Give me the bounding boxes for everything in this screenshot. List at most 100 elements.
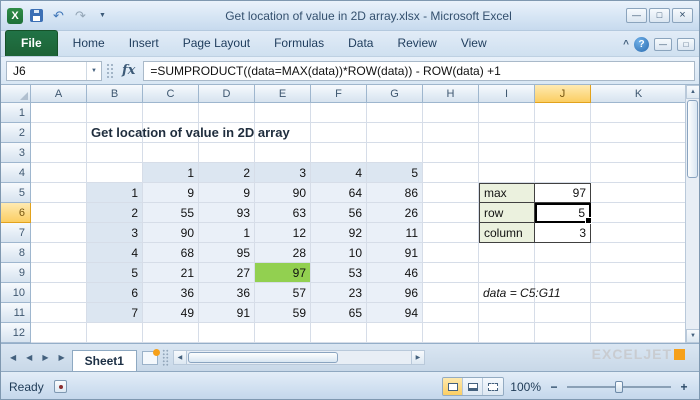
cell-A10[interactable] xyxy=(31,283,87,303)
insert-worksheet-icon[interactable] xyxy=(141,348,160,365)
name-box[interactable]: J6 ▼ xyxy=(6,60,102,81)
cell-A11[interactable] xyxy=(31,303,87,323)
row-header-1[interactable]: 1 xyxy=(1,103,31,123)
cell-C11[interactable]: 49 xyxy=(143,303,199,323)
tab-file[interactable]: File xyxy=(5,30,58,56)
cell-E3[interactable] xyxy=(255,143,311,163)
row-header-12[interactable]: 12 xyxy=(1,323,31,343)
horizontal-scrollbar[interactable]: ◀ ▶ xyxy=(172,350,425,365)
cell-K8[interactable] xyxy=(591,243,687,263)
cell-G6[interactable]: 26 xyxy=(367,203,423,223)
select-all-corner[interactable] xyxy=(1,85,31,103)
prev-sheet-icon[interactable]: ◀ xyxy=(21,350,37,365)
cell-E7[interactable]: 12 xyxy=(255,223,311,243)
cell-J9[interactable] xyxy=(535,263,591,283)
row-header-5[interactable]: 5 xyxy=(1,183,31,203)
cell-B1[interactable] xyxy=(87,103,143,123)
scroll-up-icon[interactable]: ▲ xyxy=(686,85,699,99)
tab-formulas[interactable]: Formulas xyxy=(262,31,336,56)
page-layout-view-button[interactable] xyxy=(463,378,484,395)
tab-page-layout[interactable]: Page Layout xyxy=(171,31,262,56)
cell-B12[interactable] xyxy=(87,323,143,343)
cell-B7[interactable]: 3 xyxy=(87,223,143,243)
cell-A9[interactable] xyxy=(31,263,87,283)
column-header-D[interactable]: D xyxy=(199,85,255,103)
cell-I8[interactable] xyxy=(479,243,535,263)
cell-H7[interactable] xyxy=(423,223,479,243)
cell-B4[interactable] xyxy=(87,163,143,183)
cell-I10[interactable]: data = C5:G11 xyxy=(479,283,561,303)
row-header-2[interactable]: 2 xyxy=(1,123,31,143)
cell-I4[interactable] xyxy=(479,163,535,183)
tab-review[interactable]: Review xyxy=(385,31,448,56)
zoom-slider-thumb[interactable] xyxy=(615,380,623,393)
scroll-down-icon[interactable]: ▼ xyxy=(686,329,699,343)
cell-G5[interactable]: 86 xyxy=(367,183,423,203)
column-header-B[interactable]: B xyxy=(87,85,143,103)
cell-D9[interactable]: 27 xyxy=(199,263,255,283)
cell-A3[interactable] xyxy=(31,143,87,163)
horizontal-scroll-thumb[interactable] xyxy=(187,352,338,363)
cell-G8[interactable]: 91 xyxy=(367,243,423,263)
insert-function-icon[interactable]: fx xyxy=(122,63,135,78)
restore-workbook-icon[interactable]: □ xyxy=(677,38,695,51)
cell-I1[interactable] xyxy=(479,103,535,123)
cell-D11[interactable]: 91 xyxy=(199,303,255,323)
first-sheet-icon[interactable]: ◀ xyxy=(5,350,21,365)
cell-B10[interactable]: 6 xyxy=(87,283,143,303)
cell-F1[interactable] xyxy=(311,103,367,123)
cell-D10[interactable]: 36 xyxy=(199,283,255,303)
cell-A7[interactable] xyxy=(31,223,87,243)
cell-F6[interactable]: 56 xyxy=(311,203,367,223)
page-break-view-button[interactable] xyxy=(483,378,504,395)
zoom-out-icon[interactable]: − xyxy=(547,380,561,394)
minimize-ribbon-icon[interactable]: ^ xyxy=(623,39,629,50)
excel-app-icon[interactable]: X xyxy=(7,7,23,24)
row-header-6[interactable]: 6 xyxy=(1,203,31,223)
cell-H11[interactable] xyxy=(423,303,479,323)
cell-C4[interactable]: 1 xyxy=(143,163,199,183)
row-header-4[interactable]: 4 xyxy=(1,163,31,183)
row-header-7[interactable]: 7 xyxy=(1,223,31,243)
cell-B3[interactable] xyxy=(87,143,143,163)
cell-B8[interactable]: 4 xyxy=(87,243,143,263)
cell-J1[interactable] xyxy=(535,103,591,123)
tab-view[interactable]: View xyxy=(449,31,499,56)
cell-H3[interactable] xyxy=(423,143,479,163)
cell-D5[interactable]: 9 xyxy=(199,183,255,203)
cell-D6[interactable]: 93 xyxy=(199,203,255,223)
cell-B11[interactable]: 7 xyxy=(87,303,143,323)
cell-D4[interactable]: 2 xyxy=(199,163,255,183)
column-header-H[interactable]: H xyxy=(423,85,479,103)
zoom-in-icon[interactable]: + xyxy=(677,380,691,394)
cell-I2[interactable] xyxy=(479,123,535,143)
cell-G11[interactable]: 94 xyxy=(367,303,423,323)
cell-F12[interactable] xyxy=(311,323,367,343)
column-header-K[interactable]: K xyxy=(591,85,687,103)
cell-E5[interactable]: 90 xyxy=(255,183,311,203)
help-icon[interactable]: ? xyxy=(634,37,649,52)
normal-view-button[interactable] xyxy=(443,378,464,395)
cell-E1[interactable] xyxy=(255,103,311,123)
column-header-E[interactable]: E xyxy=(255,85,311,103)
next-sheet-icon[interactable]: ▶ xyxy=(37,350,53,365)
column-header-G[interactable]: G xyxy=(367,85,423,103)
cell-F8[interactable]: 10 xyxy=(311,243,367,263)
close-window-icon[interactable]: × xyxy=(672,8,693,23)
vertical-scroll-thumb[interactable] xyxy=(687,100,698,178)
cell-B5[interactable]: 1 xyxy=(87,183,143,203)
cell-C12[interactable] xyxy=(143,323,199,343)
cell-D12[interactable] xyxy=(199,323,255,343)
name-box-dropdown-icon[interactable]: ▼ xyxy=(86,61,101,80)
cell-H8[interactable] xyxy=(423,243,479,263)
cell-F10[interactable]: 23 xyxy=(311,283,367,303)
cell-G9[interactable]: 46 xyxy=(367,263,423,283)
cell-J11[interactable] xyxy=(535,303,591,323)
cell-I9[interactable] xyxy=(479,263,535,283)
zoom-slider[interactable] xyxy=(567,380,671,394)
cell-J5[interactable]: 97 xyxy=(535,183,591,203)
cell-H12[interactable] xyxy=(423,323,479,343)
cell-H2[interactable] xyxy=(423,123,479,143)
cell-E8[interactable]: 28 xyxy=(255,243,311,263)
cell-J4[interactable] xyxy=(535,163,591,183)
